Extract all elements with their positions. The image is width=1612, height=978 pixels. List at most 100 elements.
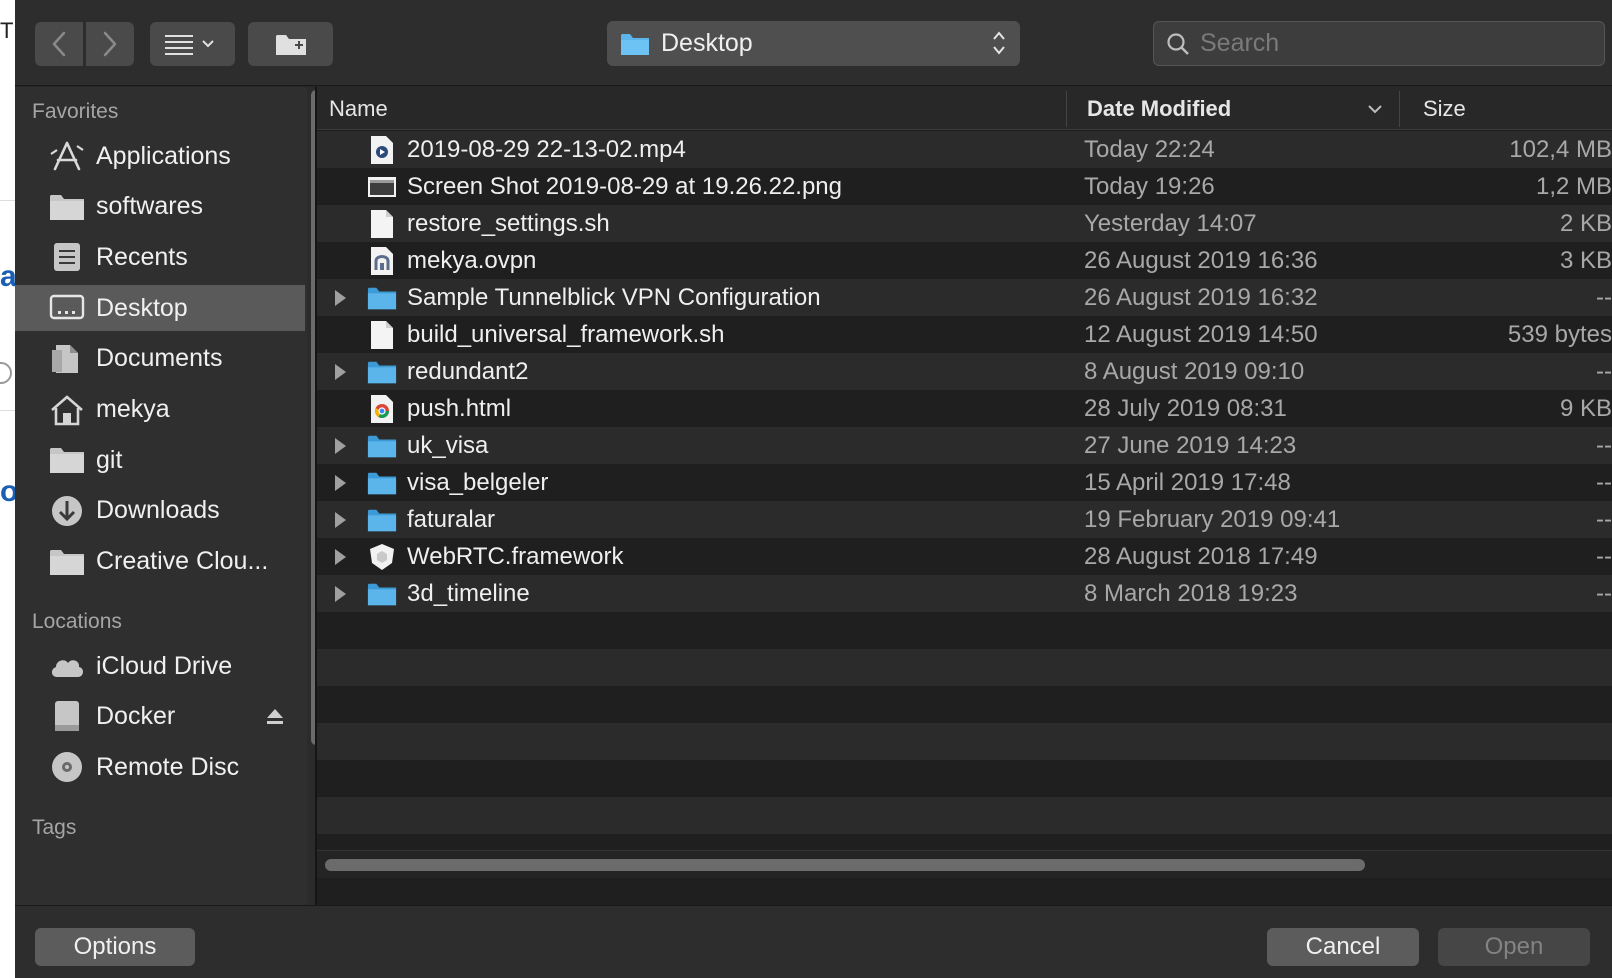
disclosure-triangle-icon[interactable] xyxy=(333,437,347,460)
file-row[interactable]: mekya.ovpn 26 August 2019 16:36 3 KB xyxy=(317,242,1612,279)
column-separator[interactable] xyxy=(1399,91,1400,127)
disclosure-triangle-icon[interactable] xyxy=(333,363,347,386)
open-button[interactable]: Open xyxy=(1438,928,1590,966)
new-folder-icon xyxy=(275,35,306,55)
file-row[interactable]: 2019-08-29 22-13-02.mp4 Today 22:24 102,4 … xyxy=(317,131,1612,168)
toolbar: Desktop xyxy=(15,0,1612,86)
eject-icon[interactable] xyxy=(265,706,285,731)
file-size: 3 KB xyxy=(1559,247,1612,274)
file-name: push.html xyxy=(407,395,512,422)
sidebar-item-documents[interactable]: Documents xyxy=(15,336,305,382)
disclosure-triangle-icon[interactable] xyxy=(333,548,347,571)
applications-icon xyxy=(48,138,86,174)
list-view-icon xyxy=(164,35,214,55)
file-name: redundant2 xyxy=(407,358,529,385)
new-folder-button[interactable] xyxy=(248,22,333,66)
file-date-modified: 27 June 2019 14:23 xyxy=(1084,432,1297,459)
sidebar: Favorites Applications softwares Recents De… xyxy=(15,87,315,905)
disc-icon xyxy=(48,749,86,785)
file-name: mekya.ovpn xyxy=(407,247,537,274)
file-size: -- xyxy=(1596,432,1612,459)
file-date-modified: Today 19:26 xyxy=(1084,173,1215,200)
options-button[interactable]: Options xyxy=(35,928,195,966)
bottom-bar: Options Cancel Open xyxy=(15,905,1612,978)
file-row[interactable]: faturalar 19 February 2019 09:41 -- xyxy=(317,501,1612,538)
horizontal-scrollbar[interactable] xyxy=(317,850,1612,878)
search-input[interactable] xyxy=(1200,29,1580,58)
sidebar-item-label: Downloads xyxy=(96,496,220,525)
framework-file-icon xyxy=(367,541,397,572)
file-size: -- xyxy=(1596,469,1612,496)
column-separator[interactable] xyxy=(1066,91,1067,127)
location-label: Desktop xyxy=(661,29,753,57)
file-name: visa_belgeler xyxy=(407,469,549,496)
video-file-icon xyxy=(367,134,397,165)
chrome-file-icon xyxy=(367,393,397,424)
file-row[interactable]: 3d_timeline 8 March 2018 19:23 -- xyxy=(317,575,1612,612)
sidebar-item-creative-clou[interactable]: Creative Clou... xyxy=(15,539,305,585)
file-name: build_universal_framework.sh xyxy=(407,321,725,348)
file-size: 102,4 MB xyxy=(1509,136,1612,163)
disclosure-triangle-icon[interactable] xyxy=(333,585,347,608)
sidebar-item-downloads[interactable]: Downloads xyxy=(15,488,305,534)
folder-file-icon xyxy=(367,356,397,387)
column-header-size[interactable]: Size xyxy=(1423,87,1466,130)
folder-file-icon xyxy=(367,578,397,609)
cancel-button[interactable]: Cancel xyxy=(1267,928,1419,966)
file-date-modified: 26 August 2019 16:36 xyxy=(1084,247,1318,274)
search-field[interactable] xyxy=(1153,21,1605,66)
sidebar-item-icloud-drive[interactable]: iCloud Drive xyxy=(15,643,305,689)
sidebar-item-docker[interactable]: Docker xyxy=(15,694,305,740)
sidebar-item-label: git xyxy=(96,445,123,474)
sidebar-scrollbar[interactable] xyxy=(307,87,315,905)
disk-icon xyxy=(48,699,86,735)
sidebar-item-git[interactable]: git xyxy=(15,437,305,483)
file-row[interactable]: Screen Shot 2019-08-29 at 19.26.22.png To… xyxy=(317,168,1612,205)
folder-icon xyxy=(48,442,86,478)
sidebar-item-desktop[interactable]: Desktop xyxy=(15,285,305,332)
disclosure-triangle-icon[interactable] xyxy=(333,289,347,312)
file-row[interactable]: restore_settings.sh Yesterday 14:07 2 KB xyxy=(317,205,1612,242)
empty-row xyxy=(317,686,1612,723)
folder-icon xyxy=(48,189,86,225)
doc-file-icon xyxy=(367,319,397,350)
back-button[interactable] xyxy=(35,22,83,66)
file-name: Sample Tunnelblick VPN Configuration xyxy=(407,284,821,311)
sidebar-item-recents[interactable]: Recents xyxy=(15,234,305,280)
file-name: Screen Shot 2019-08-29 at 19.26.22.png xyxy=(407,173,842,200)
tags-header: Tags xyxy=(32,816,77,839)
sidebar-item-label: Desktop xyxy=(96,293,188,322)
file-date-modified: 8 August 2019 09:10 xyxy=(1084,358,1305,385)
file-row[interactable]: visa_belgeler 15 April 2019 17:48 -- xyxy=(317,464,1612,501)
view-options-button[interactable] xyxy=(150,22,235,66)
disclosure-triangle-icon[interactable] xyxy=(333,511,347,534)
file-size: -- xyxy=(1596,284,1612,311)
empty-row xyxy=(317,612,1612,649)
file-row[interactable]: uk_visa 27 June 2019 14:23 -- xyxy=(317,427,1612,464)
vpn-file-icon xyxy=(367,245,397,276)
file-row[interactable]: Sample Tunnelblick VPN Configuration 26 A… xyxy=(317,279,1612,316)
locations-header: Locations xyxy=(32,610,122,633)
column-headers: Name Date Modified Size xyxy=(317,87,1612,130)
sidebar-item-mekya[interactable]: mekya xyxy=(15,387,305,433)
sidebar-item-applications[interactable]: Applications xyxy=(15,133,305,179)
file-row[interactable]: push.html 28 July 2019 08:31 9 KB xyxy=(317,390,1612,427)
file-name: restore_settings.sh xyxy=(407,210,610,237)
column-header-date-modified[interactable]: Date Modified xyxy=(1087,87,1231,130)
sidebar-item-label: Remote Disc xyxy=(96,752,240,781)
disclosure-triangle-icon[interactable] xyxy=(333,474,347,497)
forward-button[interactable] xyxy=(86,22,134,66)
file-row[interactable]: WebRTC.framework 28 August 2018 17:49 -- xyxy=(317,538,1612,575)
column-header-name[interactable]: Name xyxy=(329,87,388,130)
location-popup[interactable]: Desktop xyxy=(607,21,1020,66)
empty-row xyxy=(317,649,1612,686)
sidebar-item-label: mekya xyxy=(96,395,170,423)
sidebar-item-softwares[interactable]: softwares xyxy=(15,184,305,230)
file-date-modified: 15 April 2019 17:48 xyxy=(1084,469,1291,496)
scrollbar-thumb[interactable] xyxy=(325,859,1365,871)
file-row[interactable]: build_universal_framework.sh 12 August 20… xyxy=(317,316,1612,353)
sidebar-item-remote-disc[interactable]: Remote Disc xyxy=(15,744,305,790)
desktop-icon xyxy=(48,290,86,326)
file-row[interactable]: redundant2 8 August 2019 09:10 -- xyxy=(317,353,1612,390)
file-date-modified: 8 March 2018 19:23 xyxy=(1084,580,1298,607)
